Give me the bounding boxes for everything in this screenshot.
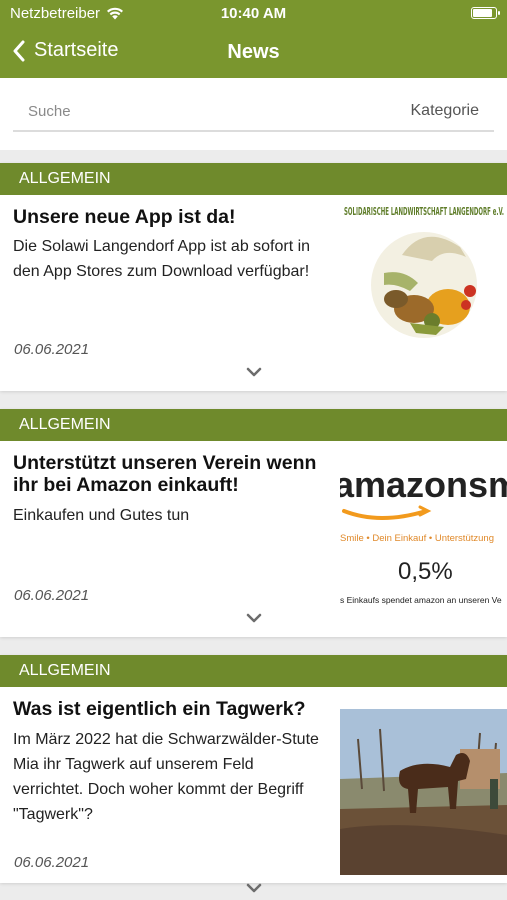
news-title: Unsere neue App ist da!: [13, 206, 236, 228]
amazon-percent: 0,5%: [398, 558, 453, 585]
battery-icon: [471, 7, 500, 19]
category-header: ALLGEMEIN: [0, 163, 507, 195]
filter-bar: Suche Kategorie: [0, 78, 507, 150]
filter-divider: [13, 130, 494, 132]
news-date: 06.06.2021: [14, 341, 90, 358]
news-description: Die Solawi Langendorf App ist ab sofort …: [13, 238, 311, 280]
news-description: Einkaufen und Gutes tun: [13, 507, 190, 524]
chevron-down-icon[interactable]: [246, 367, 262, 377]
solawi-logo-image: SOLIDARISCHE LANDWIRTSCHAFT LANGENDORF e…: [340, 195, 507, 391]
category-header: ALLGEMEIN: [0, 655, 507, 687]
news-description: Im März 2022 hat die Schwarzwälder-Stute…: [13, 731, 319, 823]
status-bar: Netzbetreiber 10:40 AM: [0, 0, 507, 28]
chevron-down-icon[interactable]: [246, 883, 262, 893]
chevron-down-icon[interactable]: [246, 613, 262, 623]
navigation-bar: Startseite News: [0, 28, 507, 78]
back-button[interactable]: Startseite: [12, 39, 118, 62]
back-button-label: Startseite: [34, 39, 119, 61]
search-input[interactable]: Suche: [28, 103, 71, 120]
category-select[interactable]: Kategorie: [411, 102, 480, 120]
news-date: 06.06.2021: [14, 587, 90, 604]
news-card[interactable]: ALLGEMEIN Unsere neue App ist da! Die So…: [0, 163, 507, 391]
news-title: Was ist eigentlich ein Tagwerk?: [13, 698, 306, 720]
news-card[interactable]: ALLGEMEIN Unterstützt unseren Verein wen…: [0, 409, 507, 637]
category-header: ALLGEMEIN: [0, 409, 507, 441]
logo-ring-text: SOLIDARISCHE LANDWIRTSCHAFT LANGENDORF e…: [344, 205, 504, 218]
news-card[interactable]: ALLGEMEIN Was ist eigentlich ein Tagwerk…: [0, 655, 507, 893]
amazon-footer-text: s Einkaufs spendet amazon an unseren Ve: [340, 595, 502, 605]
amazon-brand-text: amazonsmi: [340, 464, 507, 505]
amazon-tagline: Smile • Dein Einkauf • Unterstützung: [340, 533, 494, 544]
horse-plowing-photo: [340, 709, 507, 875]
amazon-smile-image: amazonsmi Smile • Dein Einkauf • Unterst…: [340, 441, 507, 637]
clock: 10:40 AM: [220, 5, 287, 22]
news-date: 06.06.2021: [14, 854, 90, 871]
chevron-left-icon: [13, 40, 25, 61]
news-title: Unterstützt unseren Verein wenn ihr bei …: [13, 452, 317, 496]
